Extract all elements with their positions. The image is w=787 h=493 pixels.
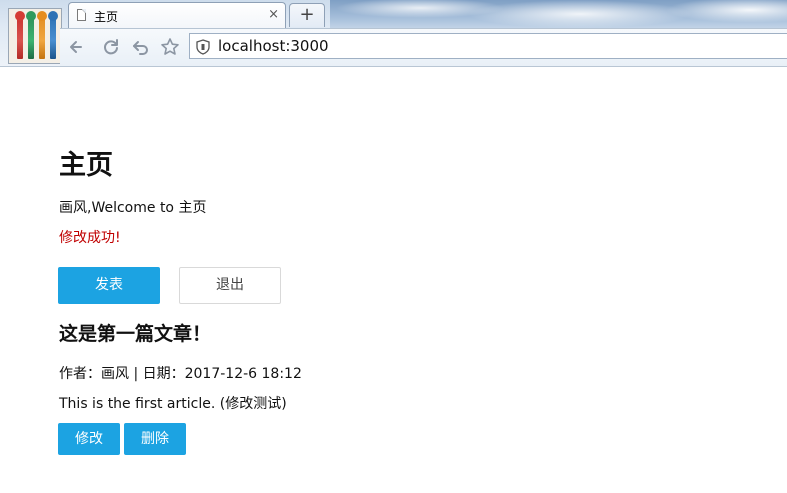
shield-icon xyxy=(196,39,210,55)
welcome-text: 画风,Welcome to 主页 xyxy=(59,200,207,216)
close-tab-icon[interactable]: × xyxy=(268,7,279,23)
page-content: 主页 画风,Welcome to 主页 修改成功! 发表 退出 这是第一篇文章！… xyxy=(0,67,787,493)
address-bar[interactable]: localhost:3000 xyxy=(189,33,787,59)
article-title[interactable]: 这是第一篇文章！ xyxy=(59,319,211,346)
document-icon xyxy=(77,9,86,21)
page-title: 主页 xyxy=(59,150,113,181)
knot-orange xyxy=(37,11,47,21)
new-tab-button[interactable]: + xyxy=(289,3,325,27)
url-text[interactable]: localhost:3000 xyxy=(218,37,329,55)
delete-button[interactable]: 删除 xyxy=(124,423,186,455)
browser-chrome: 主页 × + localhost:3000 xyxy=(0,0,787,67)
article-meta: 作者：画风 | 日期：2017-12-6 18:12 xyxy=(59,366,302,382)
avatar[interactable] xyxy=(8,8,62,64)
browser-tab[interactable]: 主页 × xyxy=(68,2,286,28)
edit-button[interactable]: 修改 xyxy=(58,423,120,455)
tab-title: 主页 xyxy=(94,10,119,24)
back-icon[interactable] xyxy=(66,36,88,58)
logout-button[interactable]: 退出 xyxy=(179,267,281,304)
reload-icon[interactable] xyxy=(100,36,122,58)
browser-toolbar: localhost:3000 xyxy=(60,28,787,66)
star-icon[interactable] xyxy=(159,36,181,58)
knot-red xyxy=(15,11,25,21)
knot-green xyxy=(26,11,36,21)
undo-icon[interactable] xyxy=(130,36,152,58)
success-message: 修改成功! xyxy=(59,230,121,246)
publish-button[interactable]: 发表 xyxy=(58,267,160,304)
knot-blue xyxy=(48,11,58,21)
article-body: This is the first article. (修改测试) xyxy=(59,396,287,412)
